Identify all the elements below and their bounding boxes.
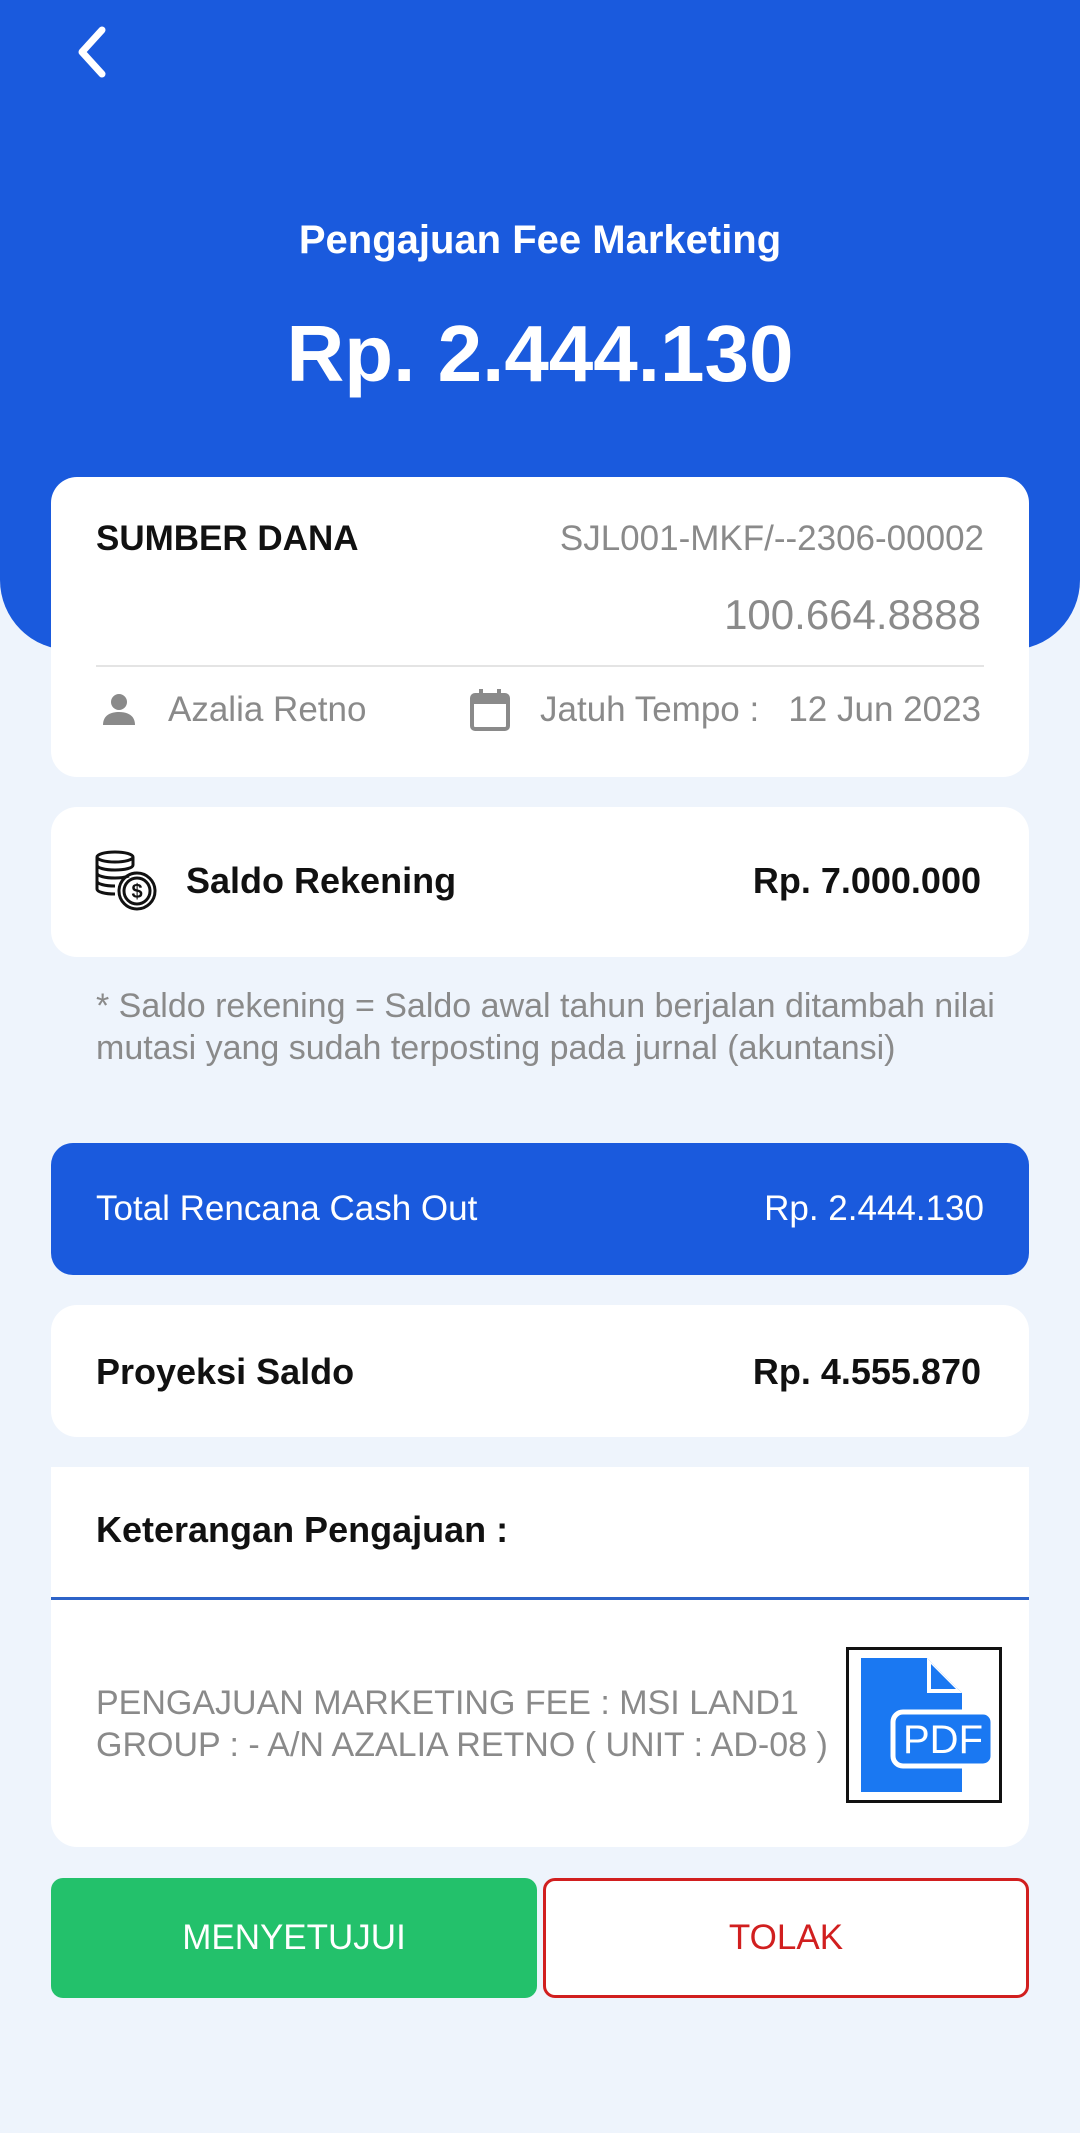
keterangan-text: PENGAJUAN MARKETING FEE : MSI LAND1 GROU… [96,1684,828,1764]
due-date-value: 12 Jun 2023 [788,690,981,729]
cash-out-label: Total Rencana Cash Out [96,1189,478,1228]
pdf-attachment-button[interactable]: PDF [846,1647,1002,1803]
saldo-note: * Saldo rekening = Saldo awal tahun berj… [96,987,995,1067]
account-number: 100.664.8888 [724,591,981,638]
page-title: Pengajuan Fee Marketing [298,218,782,262]
saldo-rekening-label: Saldo Rekening [186,860,457,901]
proyeksi-saldo-label: Proyeksi Saldo [96,1351,355,1392]
document-code: SJL001-MKF/--2306-00002 [559,519,984,558]
due-date-label: Jatuh Tempo : [540,690,760,729]
reject-button[interactable]: TOLAK [543,1878,1029,1998]
proyeksi-saldo-card: Proyeksi Saldo Rp. 4.555.870 [51,1305,1029,1437]
chevron-left-icon [78,26,106,78]
pdf-file-icon: PDF [861,1658,996,1792]
request-amount: Rp. 2.444.130 [286,309,794,398]
saldo-rekening-value: Rp. 7.000.000 [752,860,981,901]
divider [96,665,984,667]
keterangan-label: Keterangan Pengajuan : [96,1509,509,1550]
back-button[interactable] [64,20,120,84]
calendar-icon [470,689,510,731]
approve-button[interactable]: MENYETUJUI [51,1878,537,1998]
keterangan-underline [51,1597,1029,1600]
coins-icon: $ [95,850,157,911]
svg-text:PDF: PDF [903,1718,983,1762]
cash-out-card: Total Rencana Cash Out Rp. 2.444.130 [51,1143,1029,1275]
sumber-dana-card: SUMBER DANA SJL001-MKF/--2306-00002 100.… [51,477,1029,777]
sumber-dana-label: SUMBER DANA [96,519,359,558]
person-icon [103,694,135,725]
person-name: Azalia Retno [168,690,367,729]
proyeksi-saldo-value: Rp. 4.555.870 [752,1351,981,1392]
cash-out-value: Rp. 2.444.130 [764,1189,984,1228]
keterangan-card: Keterangan Pengajuan : PENGAJUAN MARKETI… [51,1467,1029,1847]
saldo-rekening-card: $ Saldo Rekening Rp. 7.000.000 [51,807,1029,957]
svg-text:$: $ [131,881,142,903]
